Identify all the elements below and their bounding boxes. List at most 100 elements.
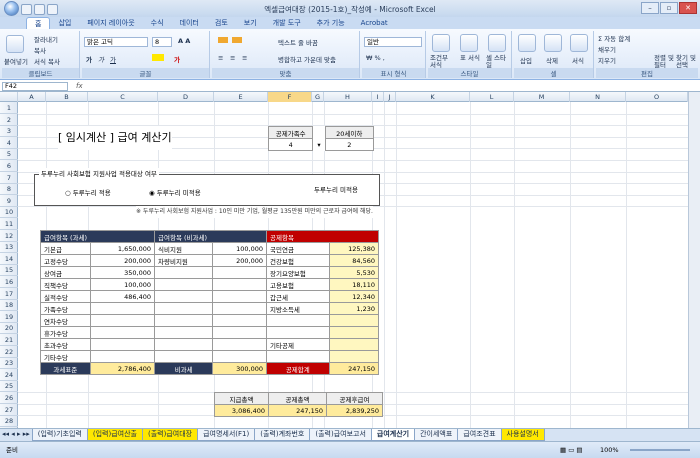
row-header[interactable]: 3 <box>0 125 18 138</box>
vertical-scrollbar[interactable] <box>688 92 700 428</box>
radio-duru-notapply[interactable]: ◉ 두루누리 미적용 <box>149 187 201 199</box>
nontax-amount[interactable] <box>212 302 267 315</box>
nontax-amount[interactable] <box>212 266 267 279</box>
column-header[interactable]: G <box>312 92 324 102</box>
column-header[interactable]: H <box>324 92 372 102</box>
sheet-tab[interactable]: (입력)급여산출 <box>86 429 143 441</box>
column-header[interactable]: I <box>372 92 384 102</box>
deduct-amount[interactable] <box>328 314 380 327</box>
clear-button[interactable]: 지우기 <box>598 55 616 65</box>
conditional-format-icon[interactable] <box>432 34 450 52</box>
name-box[interactable]: F42 <box>2 82 68 91</box>
copy-button[interactable]: 복사 <box>34 45 46 55</box>
column-header[interactable]: A <box>18 92 46 102</box>
dependents-value[interactable]: 4 <box>267 138 314 151</box>
fx-icon[interactable]: fx <box>76 82 83 90</box>
align-top-icon[interactable] <box>218 37 228 43</box>
deduct-amount[interactable]: 5,530 <box>328 266 380 279</box>
nontax-amount[interactable]: 200,000 <box>212 254 267 267</box>
conditional-format-button[interactable]: 조건부 서식 <box>430 55 454 69</box>
bold-icon[interactable]: 가 <box>86 54 92 64</box>
row-header[interactable]: 18 <box>0 299 18 312</box>
row-header[interactable]: 25 <box>0 380 18 393</box>
deduct-amount[interactable]: 18,110 <box>328 278 380 291</box>
tab-data[interactable]: 데이터 <box>172 17 207 29</box>
merge-center-button[interactable]: 병합하고 가운데 맞춤 <box>278 54 336 64</box>
column-header[interactable]: J <box>384 92 396 102</box>
deduct-amount[interactable]: 125,380 <box>328 242 380 255</box>
align-center-icon[interactable]: ≡ <box>230 54 235 62</box>
format-cells-icon[interactable] <box>570 34 588 52</box>
row-header[interactable]: 27 <box>0 404 18 416</box>
deduct-amount[interactable]: 84,560 <box>328 254 380 267</box>
sheet-tab[interactable]: (출력)급여보고서 <box>309 429 372 441</box>
row-header[interactable]: 22 <box>0 346 18 358</box>
sheet-tab[interactable]: 간이세액표 <box>414 429 459 441</box>
currency-icon[interactable]: ₩ % , <box>366 54 385 62</box>
view-buttons-icon[interactable]: ▦ ▭ ▤ <box>560 444 583 456</box>
find-select-button[interactable]: 찾기 및 선택 <box>676 55 698 69</box>
sort-filter-button[interactable]: 정렬 및 필터 <box>654 55 676 69</box>
column-header[interactable]: O <box>626 92 688 102</box>
row-header[interactable]: 10 <box>0 206 18 219</box>
cut-button[interactable]: 잘라내기 <box>34 34 58 44</box>
autosum-button[interactable]: Σ 자동 합계 <box>598 33 630 43</box>
deduct-amount[interactable] <box>328 350 380 363</box>
delete-cells-button[interactable]: 삭제 <box>546 55 558 65</box>
column-header[interactable]: D <box>158 92 214 102</box>
underline-icon[interactable]: 가 <box>110 54 116 64</box>
delete-cells-icon[interactable] <box>544 34 562 52</box>
format-cells-button[interactable]: 서식 <box>572 55 584 65</box>
row-header[interactable]: 14 <box>0 253 18 265</box>
row-header[interactable]: 20 <box>0 322 18 335</box>
table-format-button[interactable]: 표 서식 <box>460 55 480 62</box>
zoom-level[interactable]: 100% <box>600 444 619 456</box>
tab-acrobat[interactable]: Acrobat <box>353 17 396 29</box>
radio-duru-apply[interactable]: ○ 두루누리 적용 <box>65 187 111 199</box>
italic-icon[interactable]: 가 <box>98 54 104 64</box>
row-header[interactable]: 17 <box>0 288 18 300</box>
sheet-tab[interactable]: 급여명세서(F1) <box>197 429 256 441</box>
font-name-select[interactable]: 맑은 고딕 <box>84 37 148 47</box>
sheet-tab[interactable]: 급여계산기 <box>370 429 416 441</box>
tab-page-layout[interactable]: 페이지 레이아웃 <box>79 17 142 29</box>
row-header[interactable]: 21 <box>0 334 18 346</box>
row-header[interactable]: 13 <box>0 241 18 254</box>
deduct-amount[interactable] <box>328 326 380 339</box>
sheet-tab[interactable]: 급여조견표 <box>457 429 502 441</box>
tab-review[interactable]: 검토 <box>207 17 236 29</box>
close-button[interactable]: ✕ <box>679 2 697 14</box>
taxable-amount[interactable] <box>89 338 156 351</box>
nontax-amount[interactable] <box>212 350 267 363</box>
row-header[interactable]: 2 <box>0 114 18 126</box>
column-header[interactable]: E <box>214 92 268 102</box>
select-all-corner[interactable] <box>0 92 18 102</box>
row-header[interactable]: 16 <box>0 276 18 288</box>
row-header[interactable]: 8 <box>0 183 18 196</box>
row-header[interactable]: 11 <box>0 218 18 230</box>
tab-view[interactable]: 보기 <box>236 17 265 29</box>
deduct-amount[interactable]: 1,230 <box>328 302 380 315</box>
row-header[interactable]: 23 <box>0 357 18 370</box>
row-header[interactable]: 12 <box>0 230 18 242</box>
row-header[interactable]: 9 <box>0 195 18 207</box>
nontax-amount[interactable] <box>212 326 267 339</box>
row-header[interactable]: 7 <box>0 172 18 184</box>
font-size-select[interactable]: 8 <box>152 37 172 47</box>
nontax-amount[interactable] <box>212 278 267 291</box>
column-header[interactable]: B <box>46 92 88 102</box>
format-painter-button[interactable]: 서식 복사 <box>34 56 60 66</box>
paste-icon[interactable] <box>6 35 24 53</box>
grow-font-icon[interactable]: A A <box>178 37 190 45</box>
align-middle-icon[interactable] <box>232 37 242 43</box>
row-header[interactable]: 4 <box>0 137 18 149</box>
row-header[interactable]: 28 <box>0 415 18 428</box>
sheet-tab[interactable]: 사용설명서 <box>500 429 545 441</box>
tab-formulas[interactable]: 수식 <box>143 17 172 29</box>
sheet-tab[interactable]: (출력)급여대장 <box>141 429 199 441</box>
taxable-amount[interactable] <box>89 326 156 339</box>
paste-button[interactable]: 붙여넣기 <box>4 56 28 66</box>
insert-cells-icon[interactable] <box>518 34 536 52</box>
column-header[interactable]: F <box>268 92 312 102</box>
taxable-amount[interactable] <box>89 350 156 363</box>
